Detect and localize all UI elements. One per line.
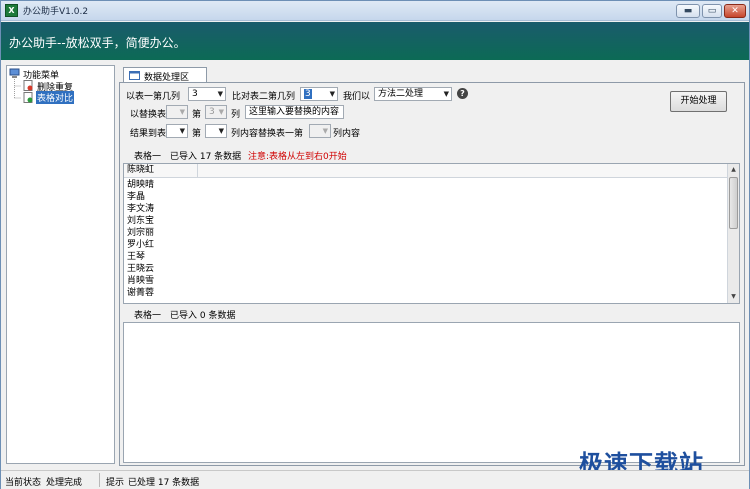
excel-icon: X: [5, 4, 18, 17]
header-banner: 办公助手--放松双手，简便办公。: [1, 22, 749, 60]
source-column-label: 以表一第几列: [126, 92, 181, 102]
dropdown-arrow-icon: ▼: [217, 90, 223, 98]
replace-table-label: 以替换表: [130, 110, 167, 120]
method-label: 我们以: [343, 92, 371, 102]
start-process-button[interactable]: 开始处理: [670, 91, 727, 112]
minimize-button[interactable]: ▬: [676, 4, 700, 18]
table2-name: 表格一: [134, 311, 162, 321]
table-row[interactable]: 刘东宝: [127, 216, 154, 227]
replace-content-input[interactable]: 这里输入要替换的内容: [245, 105, 344, 119]
tree-item-compare[interactable]: 表格对比: [36, 91, 75, 104]
source-column-value: 3: [192, 89, 198, 99]
method-select[interactable]: 方法二处理 ▼: [374, 87, 452, 101]
table-row[interactable]: 李晶: [127, 192, 145, 203]
table1-status: 表格一 已导入 17 条数据 注意:表格从左到右0开始: [120, 146, 744, 162]
table2-status: 表格一 已导入 0 条数据: [120, 305, 744, 321]
close-button[interactable]: ✕: [724, 4, 746, 18]
result-table-label: 结果到表: [130, 129, 167, 139]
table1-header-cell[interactable]: 陈晓虹: [124, 164, 198, 178]
status-bar: 当前状态 处理完成 提示 已处理 17 条数据: [1, 470, 749, 489]
window-title: 办公助手V1.0.2: [23, 7, 89, 17]
dropdown-arrow-icon: ▼: [329, 90, 335, 98]
dropdown-arrow-icon: ▼: [218, 108, 224, 116]
replace-table-select[interactable]: ▼: [166, 105, 188, 119]
compare-column-value: 3: [304, 89, 312, 99]
scroll-up-icon[interactable]: ▲: [728, 164, 739, 176]
panel-icon: [129, 71, 140, 80]
app-window: X 办公助手V1.0.2 ▬ ▭ ✕ 办公助手--放松双手，简便办公。 功能菜单…: [0, 0, 750, 489]
scroll-thumb[interactable]: [729, 177, 738, 229]
dropdown-arrow-icon: ▼: [443, 90, 449, 98]
dropdown-arrow-icon: ▼: [218, 127, 224, 135]
table-row[interactable]: 胡映晴: [127, 180, 154, 191]
compare-doc-icon: [23, 92, 33, 103]
replace-column-select[interactable]: 3 ▼: [205, 105, 227, 119]
banner-text: 办公助手--放松双手，简便办公。: [9, 36, 186, 50]
table2-import-count: 已导入 0 条数据: [170, 311, 236, 321]
result-table-select[interactable]: ▼: [166, 124, 188, 138]
table-row[interactable]: 王晓云: [127, 264, 154, 275]
table2-grid[interactable]: [123, 322, 740, 463]
help-icon[interactable]: ?: [457, 88, 468, 99]
status-state-value: 处理完成: [46, 478, 83, 488]
column-content-label: 列内容: [333, 129, 361, 139]
compare-column-label: 比对表二第几列: [232, 92, 296, 102]
function-menu-tree: 功能菜单 删除重复 表格对比: [6, 65, 115, 464]
table1-import-count: 已导入 17 条数据: [170, 152, 242, 162]
table1-column-select[interactable]: ▼: [309, 124, 331, 138]
source-column-select[interactable]: 3 ▼: [188, 87, 226, 101]
table1-scrollbar[interactable]: ▲ ▼: [727, 164, 739, 303]
compare-column-select[interactable]: 3 ▼: [300, 87, 338, 101]
replace-column-value: 3: [209, 107, 215, 117]
table-row[interactable]: 王琴: [127, 252, 145, 263]
table1-header: 陈晓虹: [124, 164, 729, 178]
scroll-down-icon[interactable]: ▼: [728, 291, 739, 303]
table1-grid[interactable]: 陈晓虹 胡映晴 李晶 李文涛 刘东宝 刘宗丽 罗小红 王琴 王晓云 肖映雪 谢菁…: [123, 163, 740, 304]
dropdown-arrow-icon: ▼: [179, 108, 185, 116]
table-row[interactable]: 罗小红: [127, 240, 154, 251]
replace-into-label: 列内容替换表一第: [231, 129, 304, 139]
tab-data-processing[interactable]: 数据处理区: [123, 67, 207, 83]
method-value: 方法二处理: [378, 89, 424, 99]
table-row[interactable]: 肖映雪: [127, 276, 154, 287]
delete-doc-icon: [23, 80, 33, 91]
table-row[interactable]: 谢菁蓉: [127, 288, 154, 299]
table1-note: 注意:表格从左到右0开始: [248, 152, 347, 162]
result-nth-label: 第: [192, 129, 202, 139]
replace-column-label: 列: [231, 110, 241, 120]
computer-icon: [9, 68, 20, 78]
status-hint-label: 提示: [106, 478, 125, 488]
table-row[interactable]: 刘宗丽: [127, 228, 154, 239]
restore-button[interactable]: ▭: [702, 4, 722, 18]
dropdown-arrow-icon: ▼: [179, 127, 185, 135]
result-column-select[interactable]: ▼: [205, 124, 227, 138]
table-row[interactable]: 李文涛: [127, 204, 154, 215]
status-hint-value: 已处理 17 条数据: [128, 478, 200, 488]
processing-panel: 以表一第几列 3 ▼ 比对表二第几列 3 ▼ 我们以 方法二处理 ▼ ? 开始处理 以…: [119, 82, 745, 466]
dropdown-arrow-icon: ▼: [322, 127, 328, 135]
title-bar[interactable]: X 办公助手V1.0.2 ▬ ▭ ✕: [1, 1, 749, 21]
main-area: 数据处理区 以表一第几列 3 ▼ 比对表二第几列 3 ▼ 我们以 方法二处理 ▼ ? …: [119, 65, 745, 466]
status-divider: [99, 473, 100, 487]
replace-nth-label: 第: [192, 110, 202, 120]
status-state-label: 当前状态: [5, 478, 42, 488]
table1-name: 表格一: [134, 152, 162, 162]
